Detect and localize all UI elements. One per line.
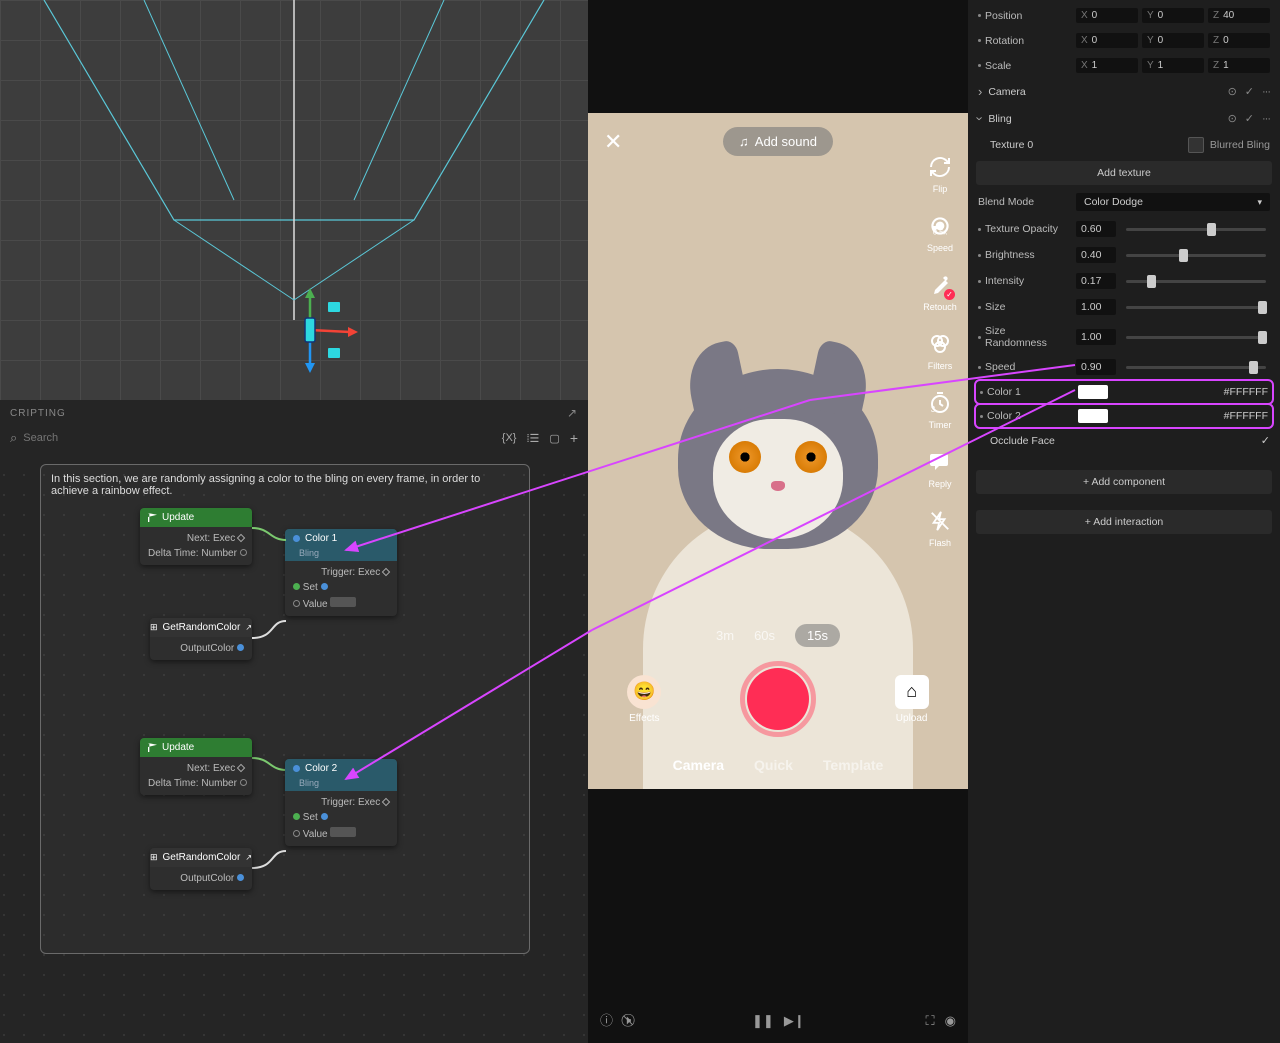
section-camera[interactable]: Camera ⊙ (976, 79, 1272, 104)
effects-button[interactable]: 😄Effects (627, 675, 661, 724)
viewport-3d[interactable] (0, 0, 588, 400)
more-icon[interactable] (1262, 113, 1270, 125)
flash-button[interactable]: Flash (926, 507, 954, 548)
duration-selector[interactable]: 3m 60s 15s (716, 624, 840, 647)
duration-60s[interactable]: 60s (754, 628, 775, 643)
prop-size[interactable]: Size 1.00 (976, 295, 1272, 319)
record-toggle-icon[interactable]: ◉ (945, 1013, 956, 1029)
scripting-search[interactable] (23, 432, 496, 444)
node-color-2[interactable]: Color 2 Bling Trigger: Exec Set Value (285, 759, 397, 846)
duration-15s[interactable]: 15s (795, 624, 840, 647)
mute-icon[interactable]: 🕨⃠ (623, 1012, 631, 1028)
prop-color-1[interactable]: Color 1 #FFFFFF (976, 381, 1272, 403)
reset-icon[interactable]: ⊙ (1228, 112, 1237, 125)
next-icon[interactable]: ▶❙ (784, 1013, 805, 1029)
record-button[interactable] (740, 661, 816, 737)
prop-blend-mode[interactable]: Blend Mode Color Dodge▾ (976, 189, 1272, 215)
prop-position[interactable]: Position X0 Y0 Z40 (976, 4, 1272, 27)
port-icon (293, 765, 300, 772)
tree-icon[interactable]: ⁞☰ (526, 432, 539, 445)
search-icon: ⌕ (10, 430, 17, 446)
speed-button[interactable]: 0.5xSpeed (926, 212, 954, 253)
flip-button[interactable]: Flip (926, 153, 954, 194)
effects-icon: 😄 (627, 675, 661, 709)
preview-viewport: ✕ ♫ Add sound Flip 0.5xSpeed ✓Retouch Fi… (588, 113, 968, 789)
mode-quick[interactable]: Quick (754, 757, 793, 773)
prop-color-2[interactable]: Color 2 #FFFFFF (976, 405, 1272, 427)
prop-occlude-face[interactable]: Occlude Face (976, 429, 1272, 452)
node-color-1[interactable]: Color 1 Bling Trigger: Exec Set Value (285, 529, 397, 616)
prop-opacity[interactable]: Texture Opacity 0.60 (976, 217, 1272, 241)
chevron-down-icon: ▾ (1257, 197, 1262, 208)
prop-brightness[interactable]: Brightness 0.40 (976, 243, 1272, 267)
color-swatch[interactable] (1078, 409, 1108, 423)
add-interaction-button[interactable]: + Add interaction (976, 510, 1272, 534)
node-random-1[interactable]: ⊞GetRandomColor↗ OutputColor (150, 618, 252, 660)
mode-selector[interactable]: Camera Quick Template (588, 757, 968, 773)
mode-template[interactable]: Template (823, 757, 883, 773)
timer-button[interactable]: 3Timer (926, 389, 954, 430)
enable-icon[interactable] (1245, 112, 1254, 125)
var-icon[interactable]: {X} (502, 432, 517, 444)
scripting-title: CRIPTING (10, 408, 66, 419)
music-icon: ♫ (739, 134, 749, 149)
node-update-2[interactable]: Update Next: Exec Delta Time: Number (140, 738, 252, 795)
add-component-button[interactable]: + Add component (976, 470, 1272, 494)
prop-rotation[interactable]: Rotation X0 Y0 Z0 (976, 29, 1272, 52)
enable-icon[interactable] (1245, 85, 1254, 98)
add-sound-button[interactable]: ♫ Add sound (723, 127, 833, 156)
properties-panel: Position X0 Y0 Z40 Rotation X0 Y0 Z0 Sca… (968, 0, 1280, 1043)
flag-icon (148, 513, 157, 522)
filters-button[interactable]: Filters (926, 330, 954, 371)
reply-button[interactable]: Reply (926, 448, 954, 489)
port-icon (293, 535, 300, 542)
flag-icon (148, 743, 157, 752)
prop-texture0[interactable]: Texture 0 Blurred Bling (976, 133, 1272, 157)
transform-gizmo[interactable] (270, 280, 350, 383)
more-icon[interactable] (1262, 86, 1270, 98)
upload-icon: ⌂ (895, 675, 929, 709)
node-random-2[interactable]: ⊞GetRandomColor↗ OutputColor (150, 848, 252, 890)
prop-speed[interactable]: Speed 0.90 (976, 355, 1272, 379)
scripting-panel: CRIPTING ↗ ⌕ {X} ⁞☰ ▢ + In this section,… (0, 400, 588, 1043)
pause-icon[interactable]: ❚❚ (752, 1013, 774, 1029)
upload-button[interactable]: ⌂Upload (895, 675, 929, 724)
duration-3m[interactable]: 3m (716, 628, 734, 643)
brand-icon[interactable]: ⓘ (600, 1010, 613, 1029)
box-icon[interactable]: ▢ (549, 432, 559, 445)
texture-thumb-icon (1188, 137, 1204, 153)
camera-frustum (24, 0, 564, 320)
scripting-canvas[interactable]: In this section, we are randomly assigni… (0, 458, 588, 1043)
retouch-button[interactable]: ✓Retouch (923, 271, 957, 312)
close-icon[interactable]: ✕ (604, 129, 622, 155)
add-texture-button[interactable]: Add texture (976, 161, 1272, 185)
svg-text:0.5x: 0.5x (933, 228, 948, 237)
add-icon[interactable]: + (570, 430, 578, 446)
prop-intensity[interactable]: Intensity 0.17 (976, 269, 1272, 293)
section-bling[interactable]: Bling ⊙ (976, 106, 1272, 131)
check-icon (1261, 434, 1270, 447)
popout-icon[interactable]: ↗ (567, 406, 578, 420)
node-update-1[interactable]: Update Next: Exec Delta Time: Number (140, 508, 252, 565)
prop-scale[interactable]: Scale X1 Y1 Z1 (976, 54, 1272, 77)
color-swatch[interactable] (1078, 385, 1108, 399)
prop-size-randomness[interactable]: Size Randomness 1.00 (976, 321, 1272, 353)
reset-icon[interactable]: ⊙ (1228, 85, 1237, 98)
fullscreen-icon[interactable]: ⛶ (926, 1013, 935, 1029)
mode-camera[interactable]: Camera (673, 757, 724, 773)
